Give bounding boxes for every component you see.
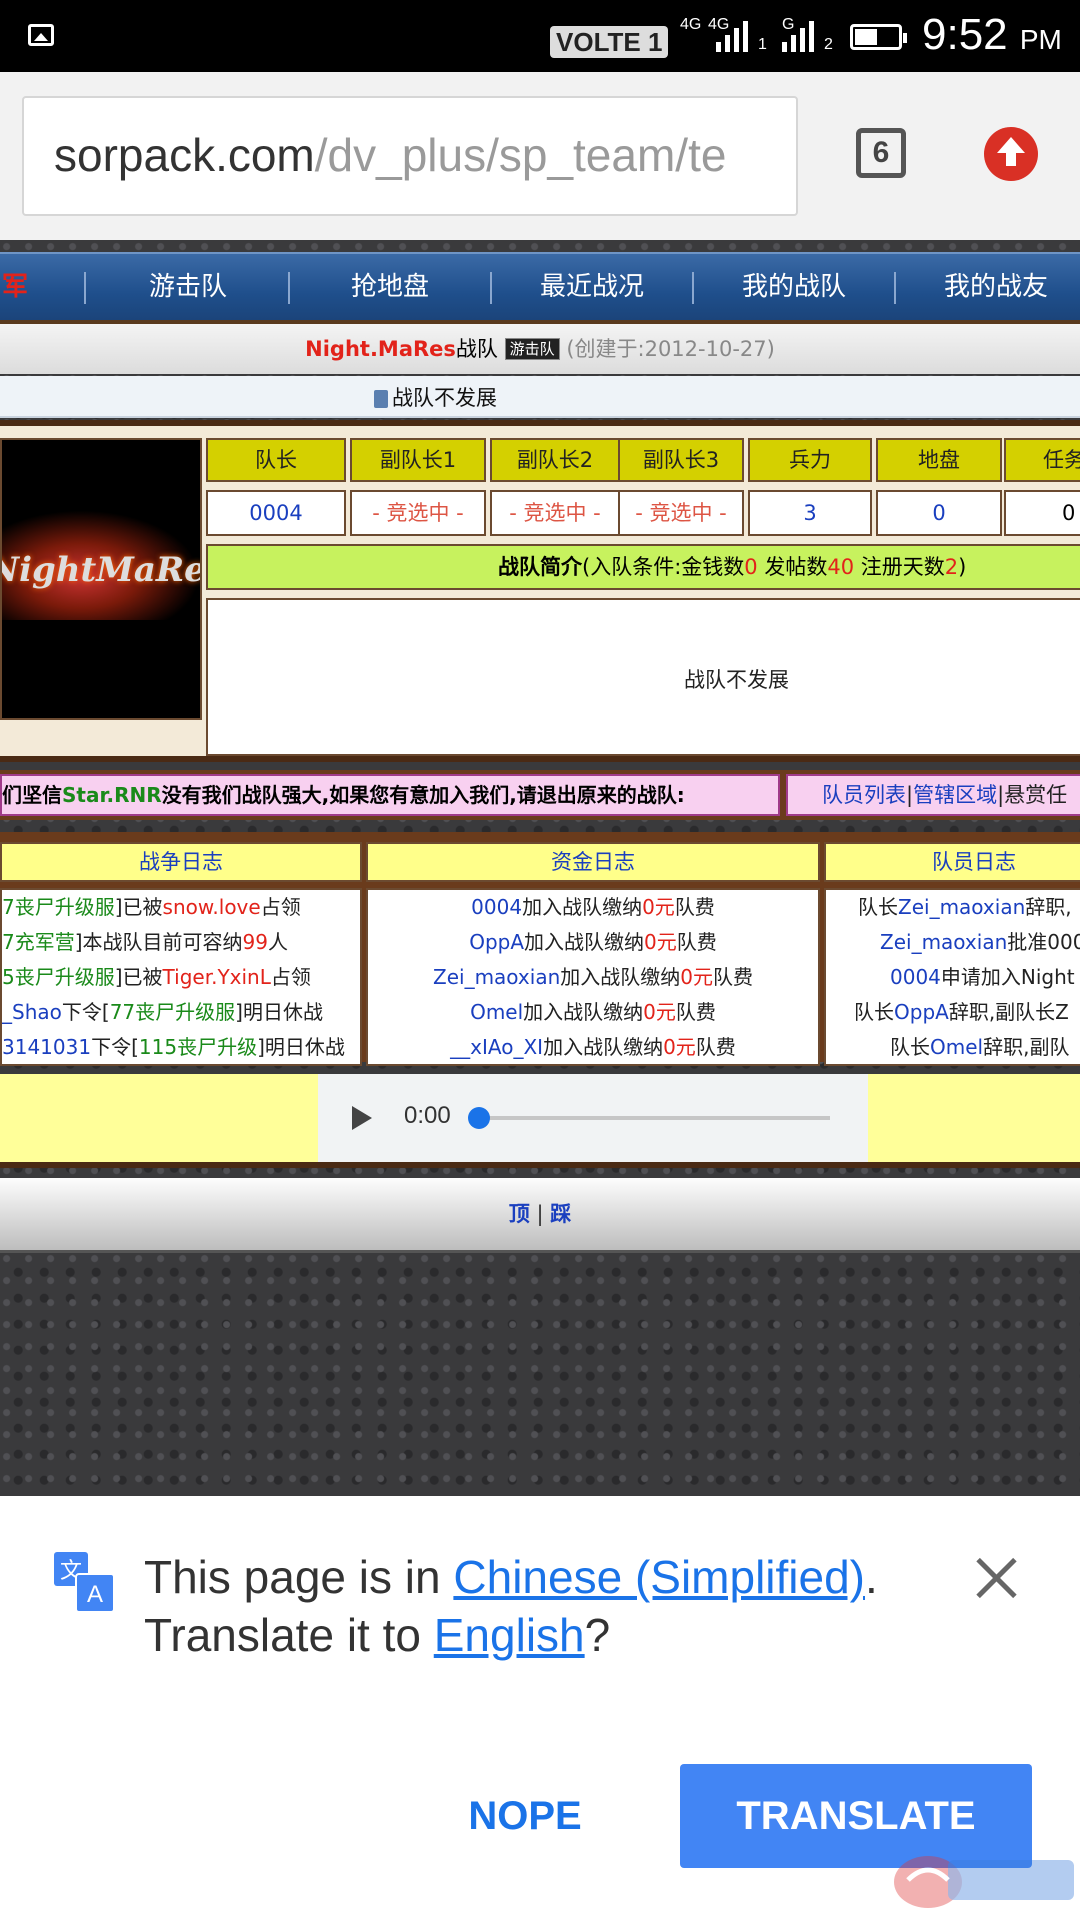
member-log-header[interactable]: 队员日志 (824, 842, 1080, 882)
member-log-row: 队长Zei_maoxian辞职, (858, 895, 1072, 919)
member-log: 队长Zei_maoxian辞职, Zei_maoxian批准000 0004申请加入… (824, 888, 1080, 1066)
sim1-network-label: 4G (680, 16, 702, 33)
fund-log: 0004加入战队缴纳0元队费 OppA加入战队缴纳0元队费 Zei_maoxian加… (366, 888, 820, 1066)
value-tasks: 0 (1004, 490, 1080, 536)
team-intro-body: 战队不发展 (206, 598, 1080, 756)
war-log-header[interactable]: 战争日志 (0, 842, 362, 882)
vote-down-link[interactable]: 踩 (550, 1202, 571, 1226)
sim1-signal-icon (716, 20, 756, 52)
slogan-text: 们坚信Star.RNR没有我们战队强大,如果您有意加入我们,请退出原来的战队: (0, 774, 780, 816)
url-host: sorpack.com (54, 129, 315, 181)
fund-log-row: Zei_maoxian加入战队缴纳0元队费 (433, 965, 753, 989)
nav-item-my-friends[interactable]: 我的战友 (896, 254, 1080, 320)
value-troops: 3 (748, 490, 872, 536)
war-log-row: _Shao下令[77丧尸升级服]明日休战 (2, 1000, 323, 1024)
member-log-row: 队长Omel辞职,副队 (890, 1035, 1070, 1059)
seek-thumb[interactable] (468, 1107, 490, 1129)
nav-item-my-team[interactable]: 我的战队 (694, 254, 894, 320)
nav-item-recent-battles[interactable]: 最近战况 (492, 254, 692, 320)
header-captain: 队长 (206, 438, 346, 482)
sim2-signal-icon (782, 20, 822, 52)
value-vice-captain-2[interactable]: - 竞选中 - (490, 490, 620, 536)
audio-seek-bar[interactable] (468, 1107, 830, 1129)
vote-bar: 顶 | 踩 (0, 1178, 1080, 1253)
member-log-row: 队长OppA辞职,副队长Z (854, 1000, 1069, 1024)
translate-message: This page is in Chinese (Simplified). Tr… (144, 1551, 878, 1661)
audio-player: 0:00 (318, 1074, 868, 1162)
update-available-icon[interactable] (984, 127, 1038, 181)
team-intro-header: 战队简介(入队条件:金钱数0 发帖数40 注册天数2) (206, 544, 1080, 590)
play-icon[interactable] (352, 1106, 372, 1130)
war-log-row: 7充军营]本战队目前可容纳99人 (2, 930, 288, 954)
nav-item-0[interactable]: 军 (0, 254, 30, 320)
team-info-panel: NightMaRes 队长 副队长1 副队长2 副队长3 兵力 地盘 任务 00… (0, 420, 1080, 762)
team-created-date: (创建于:2012-10-27) (566, 337, 775, 361)
sim2-index: 2 (824, 36, 833, 53)
url-path: /dv_plus/sp_team/te (314, 129, 727, 181)
nav-item-territory[interactable]: 抢地盘 (290, 254, 490, 320)
war-log-row: 7丧尸升级服]已被snow.love占领 (2, 895, 301, 919)
fund-log-row: Omel加入战队缴纳0元队费 (470, 1000, 716, 1024)
target-language-link[interactable]: English (434, 1609, 585, 1661)
nope-button[interactable]: NOPE (430, 1766, 620, 1866)
source-language-link[interactable]: Chinese (Simplified) (453, 1551, 865, 1603)
team-type-badge: 游击队 (504, 338, 560, 360)
value-territory: 0 (876, 490, 1002, 536)
fund-log-header[interactable]: 资金日志 (366, 842, 820, 882)
close-icon[interactable] (966, 1548, 1026, 1608)
site-nav: 军 游击队 抢地盘 最近战况 我的战队 我的战友 (0, 252, 1080, 324)
header-vice-captain-3: 副队长3 (618, 438, 744, 482)
member-log-row: Zei_maoxian批准000 (880, 930, 1080, 954)
header-troops: 兵力 (748, 438, 872, 482)
bounty-link[interactable]: 悬赏任 (1004, 783, 1067, 807)
slogan-row: 们坚信Star.RNR没有我们战队强大,如果您有意加入我们,请退出原来的战队: … (0, 770, 1080, 820)
intro-label: 战队简介 (498, 555, 582, 579)
logs-section: 战争日志 资金日志 队员日志 7丧尸升级服]已被snow.love占领 7充军营]… (0, 832, 1080, 1066)
header-territory: 地盘 (876, 438, 1002, 482)
value-vice-captain-3[interactable]: - 竞选中 - (618, 490, 744, 536)
war-log-row: 5丧尸升级服]已被Tiger.YxinL占领 (2, 965, 311, 989)
sim1-index: 1 (758, 36, 767, 53)
team-intro-text: 战队不发展 (684, 668, 789, 692)
header-tasks: 任务 (1004, 438, 1080, 482)
team-sublinks: 队员列表|管辖区域|悬赏任 (786, 774, 1080, 816)
fund-log-row: 0004加入战队缴纳0元队费 (471, 895, 715, 919)
header-vice-captain-2: 副队长2 (490, 438, 620, 482)
member-list-link[interactable]: 队员列表 (822, 783, 906, 807)
vote-up-link[interactable]: 顶 (509, 1202, 530, 1226)
fund-log-row: OppA加入战队缴纳0元队费 (469, 930, 717, 954)
web-page: 军 游击队 抢地盘 最近战况 我的战队 我的战友 Night.MaRes战队 游… (0, 240, 1080, 1496)
jurisdiction-link[interactable]: 管辖区域 (913, 783, 997, 807)
announcement-text: 战队不发展 (392, 386, 497, 410)
url-field[interactable]: sorpack.com/dv_plus/sp_team/te (22, 96, 798, 216)
announcement-bar: 战队不发展 (0, 376, 1080, 418)
status-bar: VOLTE 1 4G 4G 1 G 2 9:52 PM (0, 0, 1080, 72)
audio-time: 0:00 (404, 1102, 451, 1129)
fund-log-row: __xIAo_XI加入战队缴纳0元队费 (450, 1035, 736, 1059)
audio-row: 0:00 (0, 1074, 1080, 1168)
speaker-icon (374, 390, 388, 408)
value-captain[interactable]: 0004 (206, 490, 346, 536)
battery-icon (850, 24, 907, 50)
war-log-row: 3141031下令[115丧尸升级]明日休战 (2, 1035, 345, 1059)
site-watermark-logo (894, 1856, 1074, 1908)
team-suffix: 战队 (455, 337, 498, 361)
member-log-row: 0004申请加入Night (890, 965, 1075, 989)
value-vice-captain-1[interactable]: - 竞选中 - (350, 490, 486, 536)
clock: 9:52 PM (922, 10, 1062, 59)
war-log: 7丧尸升级服]已被snow.love占领 7充军营]本战队目前可容纳99人 5丧尸升… (0, 888, 362, 1066)
team-logo: NightMaRes (0, 438, 202, 720)
translate-prompt: 文 A This page is in Chinese (Simplified)… (0, 1496, 1080, 1920)
tab-switcher-button[interactable]: 6 (856, 128, 906, 178)
header-vice-captain-1: 副队长1 (350, 438, 486, 482)
nav-item-guerrilla[interactable]: 游击队 (88, 254, 288, 320)
volte-indicator: VOLTE 1 (550, 26, 669, 58)
team-title-bar: Night.MaRes战队 游击队 (创建于:2012-10-27) (0, 324, 1080, 374)
browser-toolbar: sorpack.com/dv_plus/sp_team/te 6 (0, 72, 1080, 240)
translate-icon: 文 A (54, 1552, 115, 1613)
svg-text:A: A (87, 1581, 103, 1608)
team-name: Night.MaRes (305, 337, 456, 361)
image-notification-icon (28, 24, 54, 46)
